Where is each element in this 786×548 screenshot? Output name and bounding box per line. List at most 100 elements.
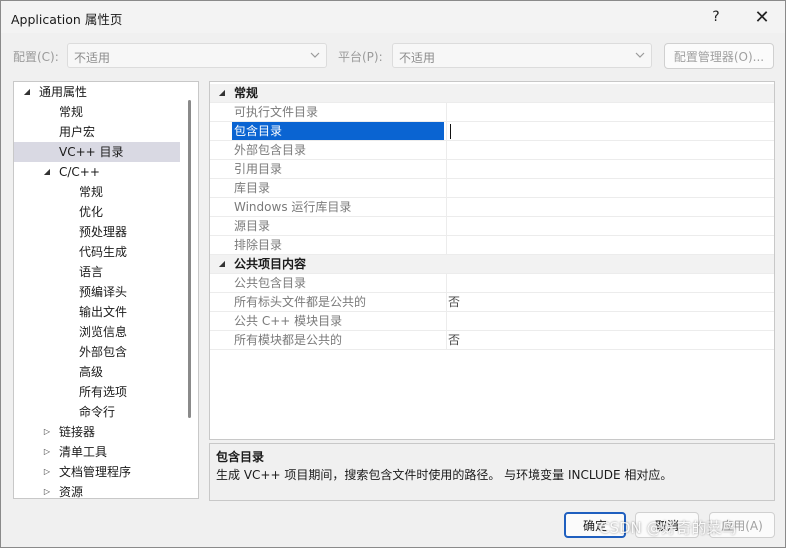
grid-property-row[interactable]: 源目录: [210, 217, 774, 236]
tree-item-label: 高级: [79, 365, 104, 379]
help-button[interactable]: ?: [693, 1, 739, 33]
tree-item[interactable]: 用户宏: [14, 122, 180, 142]
close-button[interactable]: ✕: [739, 1, 785, 33]
tree-item[interactable]: 语言: [14, 262, 180, 282]
grid-property-row[interactable]: 库目录: [210, 179, 774, 198]
platform-label: 平台(P):: [338, 50, 383, 64]
property-name: Windows 运行库目录: [234, 200, 352, 214]
property-name: 排除目录: [234, 238, 283, 252]
grid-category-row[interactable]: ◢ 公共项目内容: [210, 255, 774, 274]
tree-item[interactable]: ▷ 资源: [14, 482, 180, 499]
title-bar: Application 属性页 ? ✕: [1, 1, 785, 33]
tree-item-label: 清单工具: [59, 445, 108, 459]
column-divider: [446, 160, 447, 179]
tree-item-label: 输出文件: [79, 305, 128, 319]
column-divider: [446, 331, 447, 350]
expanded-arrow-icon[interactable]: ◢: [42, 162, 52, 182]
grid-property-row[interactable]: 可执行文件目录: [210, 103, 774, 122]
tree-item[interactable]: 预编译头: [14, 282, 180, 302]
tree-item[interactable]: 高级: [14, 362, 180, 382]
property-grid[interactable]: ◢ 常规 可执行文件目录 包含目录外部包含目录 引用目录库目录 Windows 运行库目录…: [209, 81, 775, 440]
property-name: 公共项目内容: [234, 257, 307, 271]
config-manager-button[interactable]: 配置管理器(O)...: [664, 43, 774, 69]
tree-item[interactable]: ◢ C/C++: [14, 162, 180, 182]
tree-item[interactable]: 浏览信息: [14, 322, 180, 342]
description-panel: 包含目录 生成 VC++ 项目期间，搜索包含文件时使用的路径。 与环境变量 IN…: [209, 443, 775, 501]
column-divider: [446, 198, 447, 217]
chevron-down-icon: [308, 47, 322, 63]
property-value[interactable]: [448, 141, 768, 159]
grid-property-row[interactable]: 包含目录: [210, 122, 774, 141]
property-value[interactable]: [448, 217, 768, 235]
tree-item[interactable]: 所有选项: [14, 382, 180, 402]
tree-item[interactable]: ▷ 链接器: [14, 422, 180, 442]
grid-property-row[interactable]: 引用目录: [210, 160, 774, 179]
property-name: 包含目录: [232, 122, 444, 140]
column-divider: [446, 293, 447, 312]
grid-category-row[interactable]: ◢ 常规: [210, 84, 774, 103]
property-value[interactable]: 否: [448, 331, 768, 349]
collapsed-arrow-icon[interactable]: ▷: [42, 462, 52, 482]
description-title: 包含目录: [216, 450, 265, 464]
expanded-arrow-icon[interactable]: ◢: [22, 82, 32, 102]
property-value[interactable]: [448, 179, 768, 197]
property-name: 公共包含目录: [234, 276, 307, 290]
property-value[interactable]: [448, 160, 768, 178]
tree-item[interactable]: 代码生成: [14, 242, 180, 262]
property-tree[interactable]: ◢ 通用属性 常规 用户宏 VC++ 目录 ◢ C/C++ 常规 优化 预处理器 代码生成 语言 预编译…: [13, 81, 199, 499]
grid-property-row[interactable]: 排除目录: [210, 236, 774, 255]
tree-item[interactable]: 预处理器: [14, 222, 180, 242]
tree-item-label: 浏览信息: [79, 325, 128, 339]
platform-combo[interactable]: 不适用: [392, 43, 652, 68]
column-divider: [446, 103, 447, 122]
property-value[interactable]: 否: [448, 293, 768, 311]
property-value[interactable]: [448, 236, 768, 254]
tree-item[interactable]: 输出文件: [14, 302, 180, 322]
property-value[interactable]: [448, 122, 768, 140]
grid-property-row[interactable]: 所有标头文件都是公共的 否: [210, 293, 774, 312]
tree-item[interactable]: ▷ 文档管理程序: [14, 462, 180, 482]
tree-item[interactable]: 优化: [14, 202, 180, 222]
property-name: 所有模块都是公共的: [234, 333, 343, 347]
tree-item-label: 预编译头: [79, 285, 128, 299]
tree-item[interactable]: ▷ 清单工具: [14, 442, 180, 462]
text-caret: [450, 124, 451, 139]
property-value[interactable]: [448, 274, 768, 292]
grid-property-row[interactable]: 公共包含目录: [210, 274, 774, 293]
tree-item-label: 常规: [59, 105, 84, 119]
collapsed-arrow-icon[interactable]: ▷: [42, 442, 52, 462]
property-name: 外部包含目录: [234, 143, 307, 157]
grid-property-row[interactable]: Windows 运行库目录: [210, 198, 774, 217]
tree-item[interactable]: 命令行: [14, 402, 180, 422]
tree-item[interactable]: ◢ 通用属性: [14, 82, 180, 102]
tree-item-label: 语言: [79, 265, 104, 279]
tree-item-label: 外部包含: [79, 345, 128, 359]
properties-dialog: Application 属性页 ? ✕ 配置(C): 不适用 平台(P): 不适…: [0, 0, 786, 548]
grid-property-row[interactable]: 外部包含目录: [210, 141, 774, 160]
tree-item[interactable]: 常规: [14, 102, 180, 122]
tree-item[interactable]: 常规: [14, 182, 180, 202]
property-name: 引用目录: [234, 162, 283, 176]
tree-item[interactable]: VC++ 目录: [14, 142, 180, 162]
tree-item-label: 所有选项: [79, 385, 128, 399]
property-value[interactable]: [448, 312, 768, 330]
collapsed-arrow-icon[interactable]: ▷: [42, 482, 52, 498]
config-combo[interactable]: 不适用: [67, 43, 327, 68]
column-divider: [446, 179, 447, 198]
expanded-arrow-icon[interactable]: ◢: [216, 84, 228, 102]
property-value[interactable]: [448, 198, 768, 216]
tree-scrollbar[interactable]: [188, 100, 191, 418]
grid-property-row[interactable]: 所有模块都是公共的 否: [210, 331, 774, 350]
expanded-arrow-icon[interactable]: ◢: [216, 255, 228, 273]
property-value[interactable]: [448, 103, 768, 121]
chevron-down-icon: [633, 47, 647, 63]
config-label: 配置(C):: [13, 50, 59, 64]
config-combo-value: 不适用: [74, 51, 111, 65]
tree-item[interactable]: 外部包含: [14, 342, 180, 362]
collapsed-arrow-icon[interactable]: ▷: [42, 422, 52, 442]
tree-item-label: 文档管理程序: [59, 465, 132, 479]
grid-property-row[interactable]: 公共 C++ 模块目录: [210, 312, 774, 331]
tree-item-label: 用户宏: [59, 125, 96, 139]
tree-item-label: 预处理器: [79, 225, 128, 239]
tree-item-label: 资源: [59, 485, 84, 499]
